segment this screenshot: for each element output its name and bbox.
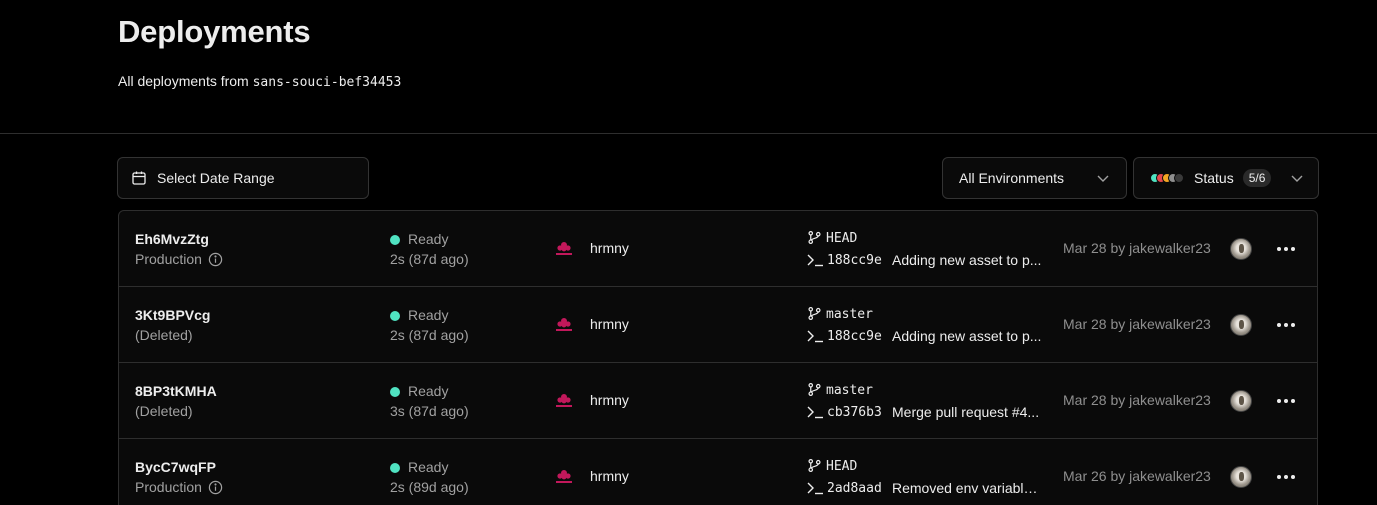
deployment-id[interactable]: Eh6MvzZtg bbox=[135, 231, 209, 247]
project-name[interactable]: hrmny bbox=[590, 468, 629, 484]
deployment-status: Ready bbox=[408, 383, 449, 399]
git-branch-icon bbox=[808, 458, 821, 473]
project-slug: sans-souci-bef34453 bbox=[252, 75, 402, 90]
date-range-picker[interactable]: Select Date Range bbox=[117, 157, 369, 199]
more-options-icon[interactable] bbox=[1274, 392, 1298, 410]
status-ready-dot bbox=[390, 387, 400, 397]
info-icon[interactable] bbox=[208, 252, 223, 267]
calendar-icon bbox=[132, 171, 146, 185]
commit-hash[interactable]: cb376b3 bbox=[827, 405, 882, 420]
commit-prompt-icon bbox=[807, 254, 823, 267]
header-divider bbox=[0, 133, 1377, 134]
deployment-created: Mar 26 by jakewalker23 bbox=[1063, 468, 1211, 484]
deployment-id[interactable]: BycC7wqFP bbox=[135, 459, 216, 475]
date-range-label: Select Date Range bbox=[157, 170, 275, 186]
deployment-duration: 2s (89d ago) bbox=[390, 479, 469, 495]
git-branch-icon bbox=[808, 382, 821, 397]
commit-hash[interactable]: 188cc9e bbox=[827, 253, 882, 268]
commit-message[interactable]: Adding new asset to p... bbox=[892, 252, 1044, 268]
commit-hash[interactable]: 188cc9e bbox=[827, 329, 882, 344]
git-branch[interactable]: master bbox=[826, 307, 873, 322]
deployment-duration: 2s (87d ago) bbox=[390, 327, 469, 343]
status-dots-icon bbox=[1150, 173, 1184, 183]
commit-prompt-icon bbox=[807, 482, 823, 495]
deployment-created: Mar 28 by jakewalker23 bbox=[1063, 316, 1211, 332]
status-ready-dot bbox=[390, 463, 400, 473]
page-title: Deployments bbox=[118, 14, 311, 49]
deployment-environment: (Deleted) bbox=[135, 327, 193, 343]
commit-message[interactable]: Removed env variable ... bbox=[892, 480, 1044, 496]
deployment-created: Mar 28 by jakewalker23 bbox=[1063, 240, 1211, 256]
deployment-status: Ready bbox=[408, 231, 449, 247]
avatar[interactable] bbox=[1230, 238, 1252, 260]
git-branch-icon bbox=[808, 306, 821, 321]
chevron-down-icon bbox=[1097, 175, 1109, 182]
subtitle-prefix: All deployments from bbox=[118, 73, 253, 89]
project-name[interactable]: hrmny bbox=[590, 240, 629, 256]
project-logo-icon bbox=[556, 318, 572, 331]
git-branch[interactable]: HEAD bbox=[826, 459, 857, 474]
status-count-badge: 5/6 bbox=[1242, 169, 1272, 187]
status-filter-label: Status bbox=[1194, 170, 1234, 186]
deployments-table: Eh6MvzZtg Production Ready 2s (87d ago) … bbox=[118, 210, 1318, 505]
project-name[interactable]: hrmny bbox=[590, 392, 629, 408]
deployment-id[interactable]: 8BP3tKMHA bbox=[135, 383, 217, 399]
deployment-id[interactable]: 3Kt9BPVcg bbox=[135, 307, 210, 323]
chevron-down-icon bbox=[1291, 175, 1303, 182]
page-subtitle: All deployments from sans-souci-bef34453 bbox=[118, 73, 401, 90]
environment-select[interactable]: All Environments bbox=[942, 157, 1127, 199]
deployment-environment: Production bbox=[135, 251, 223, 267]
commit-hash[interactable]: 2ad8aad bbox=[827, 481, 882, 496]
info-icon[interactable] bbox=[208, 480, 223, 495]
deployment-row[interactable]: 8BP3tKMHA (Deleted) Ready 3s (87d ago) h… bbox=[119, 363, 1317, 439]
git-branch-icon bbox=[808, 230, 821, 245]
commit-message[interactable]: Merge pull request #4... bbox=[892, 404, 1044, 420]
project-name[interactable]: hrmny bbox=[590, 316, 629, 332]
status-ready-dot bbox=[390, 311, 400, 321]
deployment-row[interactable]: Eh6MvzZtg Production Ready 2s (87d ago) … bbox=[119, 211, 1317, 287]
commit-prompt-icon bbox=[807, 330, 823, 343]
deployment-row[interactable]: BycC7wqFP Production Ready 2s (89d ago) … bbox=[119, 439, 1317, 505]
status-ready-dot bbox=[390, 235, 400, 245]
avatar[interactable] bbox=[1230, 390, 1252, 412]
more-options-icon[interactable] bbox=[1274, 240, 1298, 258]
project-logo-icon bbox=[556, 470, 572, 483]
deployment-row[interactable]: 3Kt9BPVcg (Deleted) Ready 2s (87d ago) h… bbox=[119, 287, 1317, 363]
deployment-duration: 2s (87d ago) bbox=[390, 251, 469, 267]
commit-prompt-icon bbox=[807, 406, 823, 419]
deployment-environment: (Deleted) bbox=[135, 403, 193, 419]
git-branch[interactable]: master bbox=[826, 383, 873, 398]
project-logo-icon bbox=[556, 394, 572, 407]
avatar[interactable] bbox=[1230, 314, 1252, 336]
deployment-environment: Production bbox=[135, 479, 223, 495]
environment-select-label: All Environments bbox=[959, 170, 1065, 186]
project-logo-icon bbox=[556, 242, 572, 255]
more-options-icon[interactable] bbox=[1274, 468, 1298, 486]
status-filter-select[interactable]: Status 5/6 bbox=[1133, 157, 1319, 199]
commit-message[interactable]: Adding new asset to p... bbox=[892, 328, 1044, 344]
git-branch[interactable]: HEAD bbox=[826, 231, 857, 246]
avatar[interactable] bbox=[1230, 466, 1252, 488]
deployment-status: Ready bbox=[408, 459, 449, 475]
deployment-duration: 3s (87d ago) bbox=[390, 403, 469, 419]
status-color-dot bbox=[1174, 173, 1184, 183]
deployment-status: Ready bbox=[408, 307, 449, 323]
deployment-created: Mar 28 by jakewalker23 bbox=[1063, 392, 1211, 408]
more-options-icon[interactable] bbox=[1274, 316, 1298, 334]
